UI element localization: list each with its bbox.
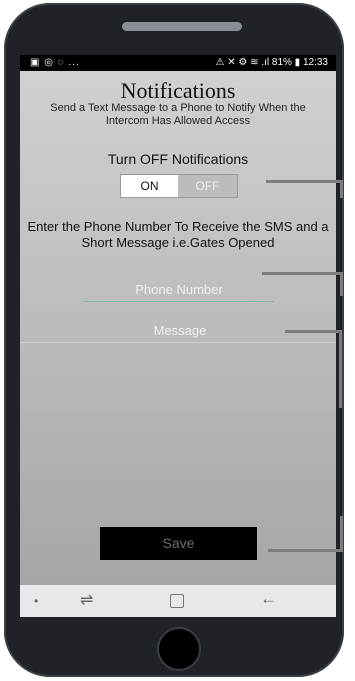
notifications-toggle[interactable]: ON OFF	[120, 174, 238, 198]
save-button[interactable]: Save	[100, 527, 257, 560]
status-indicators: ⚠ ✕ ⚙ ≋ .ıl 81% ▮ 12:33	[215, 57, 328, 68]
home-icon[interactable]	[170, 594, 184, 608]
page-title: Notifications	[120, 78, 236, 103]
page-subtitle: Send a Text Message to a Phone to Notify…	[50, 102, 306, 127]
notification-icons: ▣ ◎ ◌ ...	[30, 57, 80, 68]
toggle-heading: Turn OFF Notifications	[107, 151, 249, 167]
callout-line-save	[268, 549, 342, 552]
back-icon[interactable]: ←	[260, 589, 277, 609]
status-bar: ▣ ◎ ◌ ... ⚠ ✕ ⚙ ≋ .ıl 81% ▮ 12:33	[20, 55, 336, 71]
phone-number-input[interactable]	[84, 277, 274, 302]
callout-line-phone-drop	[340, 272, 343, 296]
toggle-off-option[interactable]: OFF	[178, 175, 237, 197]
callout-line-message-drop	[339, 330, 342, 408]
callout-line-toggle	[266, 180, 342, 183]
app-screen: ▣ ◎ ◌ ... ⚠ ✕ ⚙ ≋ .ıl 81% ▮ 12:33 Notifi…	[20, 55, 336, 617]
callout-line-phone	[262, 272, 342, 275]
speaker-grille	[122, 22, 242, 31]
callout-line-toggle-drop	[340, 180, 343, 198]
instructions-text: Enter the Phone Number To Receive the SM…	[27, 219, 329, 250]
home-button[interactable]	[157, 627, 201, 671]
recent-apps-icon[interactable]: ⇌	[80, 590, 93, 610]
toggle-on-option[interactable]: ON	[121, 175, 178, 197]
android-nav-bar: • ⇌ ←	[20, 585, 336, 617]
callout-line-save-rise	[340, 516, 343, 552]
nav-dot-icon: •	[34, 594, 39, 608]
callout-line-message	[285, 330, 341, 333]
